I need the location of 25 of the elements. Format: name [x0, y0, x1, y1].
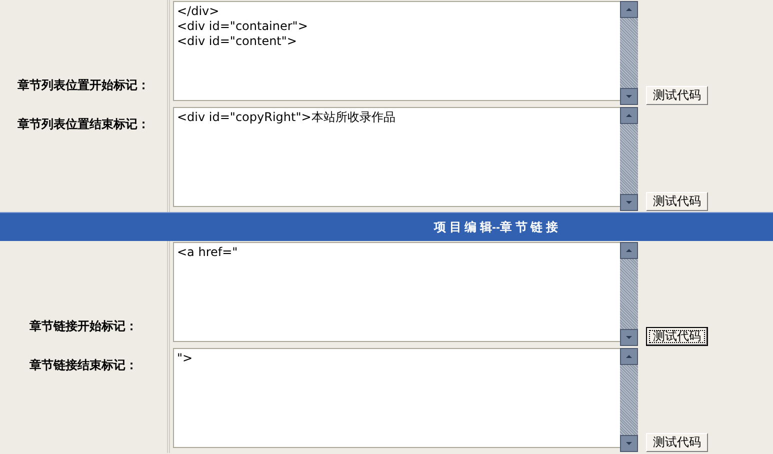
test-code-button[interactable]: 测试代码 [646, 192, 708, 211]
test-code-button[interactable]: 测试代码 [646, 86, 708, 105]
test-code-button[interactable]: 测试代码 [646, 433, 708, 452]
scrollbar[interactable] [620, 107, 638, 211]
code-field[interactable]: </div> <div id="container"> <div id="content"> [173, 1, 620, 101]
code-field[interactable]: "> [173, 348, 620, 448]
test-code-button[interactable]: 测试代码 [646, 327, 708, 346]
scroll-up-icon[interactable] [620, 348, 638, 365]
field-label: 章节链接开始标记： [30, 318, 138, 335]
section-title: 项 目 编 辑--章 节 链 接 [434, 218, 558, 236]
field-label: 章节链接结束标记： [30, 357, 138, 374]
scroll-down-icon[interactable] [620, 435, 638, 452]
scroll-down-icon[interactable] [620, 88, 638, 105]
field-label: 章节列表位置开始标记： [18, 77, 150, 94]
code-field[interactable]: <div id="copyRight">本站所收录作品 [173, 107, 620, 207]
code-field[interactable]: <a href=" [173, 242, 620, 342]
scrollbar[interactable] [620, 348, 638, 452]
scroll-up-icon[interactable] [620, 242, 638, 259]
scroll-down-icon[interactable] [620, 329, 638, 346]
scroll-up-icon[interactable] [620, 1, 638, 18]
scrollbar[interactable] [620, 242, 638, 346]
field-label: 章节列表位置结束标记： [18, 116, 150, 133]
scroll-down-icon[interactable] [620, 194, 638, 211]
scroll-up-icon[interactable] [620, 107, 638, 124]
scrollbar[interactable] [620, 1, 638, 105]
